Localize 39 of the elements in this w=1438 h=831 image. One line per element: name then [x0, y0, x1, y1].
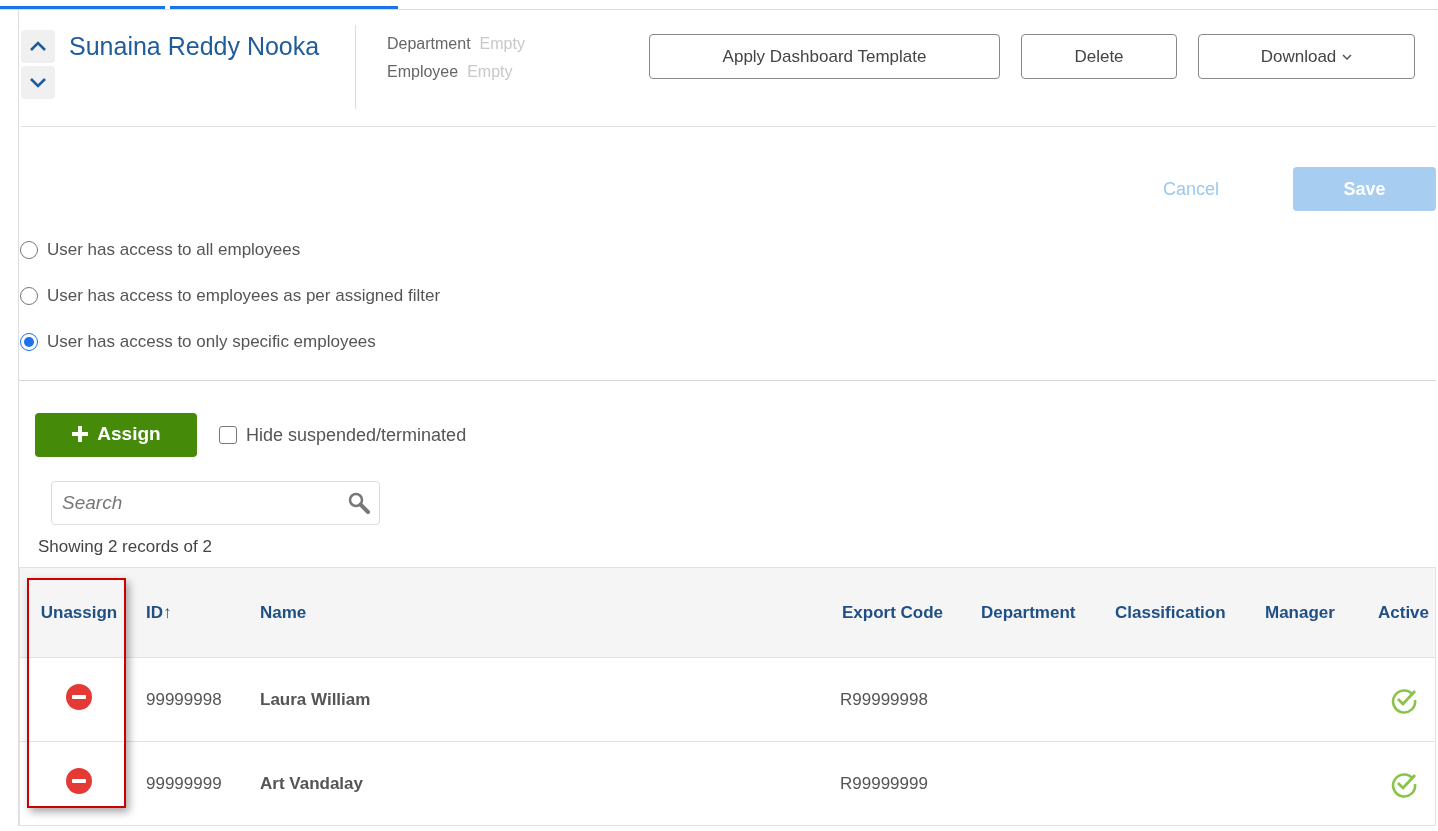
checkbox-label: Hide suspended/terminated: [246, 424, 467, 446]
remove-button[interactable]: [66, 684, 92, 710]
table-cell: 99999999: [146, 773, 222, 793]
assign-button[interactable]: Assign: [35, 413, 197, 457]
chevron-down-icon: [29, 77, 47, 88]
previous-button[interactable]: [21, 30, 55, 63]
column-header[interactable]: Active: [1378, 602, 1429, 622]
employee-name: Sunaina Reddy Nooka: [69, 32, 321, 61]
column-header[interactable]: Export Code: [842, 602, 944, 622]
option-label: User has access to all employees: [47, 239, 301, 260]
table-cell: R99999998: [840, 689, 928, 709]
table-cell: Laura William: [260, 689, 371, 709]
search-field[interactable]: Search: [51, 481, 380, 525]
download-button[interactable]: Download: [1198, 34, 1415, 79]
caret-icon: [1342, 53, 1353, 60]
chevron-up-icon: [29, 41, 47, 52]
plus-icon: [71, 425, 90, 443]
checkbox[interactable]: [219, 426, 237, 444]
record-count: Showing 2 records of 2: [38, 537, 213, 557]
field-label: Department: [387, 35, 471, 52]
table-cell: 99999998: [146, 689, 222, 709]
column-header[interactable]: Department: [981, 602, 1076, 622]
header-button[interactable]: Apply Dashboard Template: [649, 34, 1000, 79]
table-cell: Art Vandalay: [260, 773, 363, 793]
search-icon: [347, 491, 371, 515]
column-header[interactable]: ID↑: [146, 602, 172, 622]
option-label: User has access to employees as per assigned filter: [47, 285, 441, 306]
table-cell: R99999999: [840, 773, 928, 793]
column-header[interactable]: Classification: [1115, 602, 1226, 622]
minus-circle-icon: [66, 768, 92, 794]
field-label: Employee: [387, 63, 459, 80]
next-button[interactable]: [21, 66, 55, 99]
option-label: User has access to only specific employees: [47, 331, 376, 352]
column-header[interactable]: Name: [260, 602, 307, 622]
header-button[interactable]: Delete: [1021, 34, 1177, 79]
minus-circle-icon: [66, 684, 92, 710]
remove-button[interactable]: [66, 768, 92, 794]
column-header[interactable]: Manager: [1265, 602, 1335, 622]
column-header[interactable]: Unassign: [40, 602, 118, 622]
